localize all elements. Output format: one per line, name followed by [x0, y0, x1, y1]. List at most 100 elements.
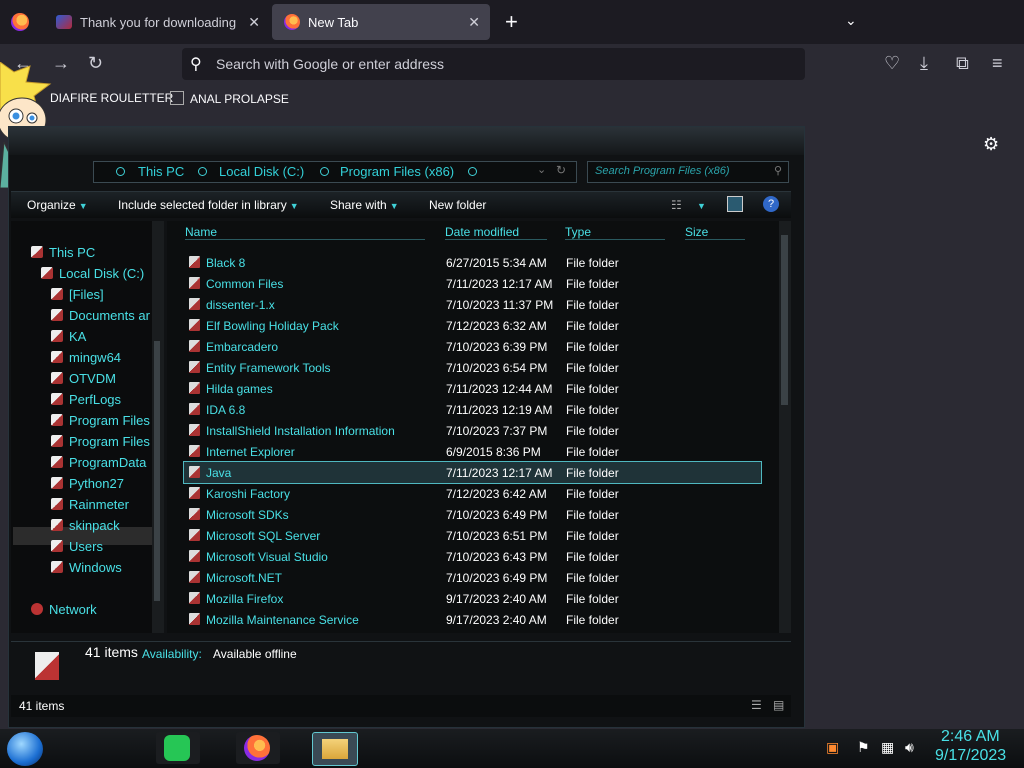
nav-network[interactable]: Network — [31, 602, 97, 617]
search-icon[interactable]: ⚲ — [774, 164, 782, 177]
address-dropdown-icon[interactable]: ⌄ — [537, 163, 546, 176]
nav-scrollbar[interactable] — [152, 221, 164, 633]
file-row[interactable]: Mozilla Maintenance Service 9/17/2023 2:4… — [167, 609, 779, 630]
column-header-date[interactable]: Date modified — [445, 225, 547, 240]
folder-icon — [189, 319, 200, 331]
file-row[interactable]: Black 8 6/27/2015 5:34 AM File folder — [167, 252, 779, 273]
reload-icon[interactable]: ↻ — [88, 53, 103, 74]
nav-folder[interactable]: Program Files — [51, 413, 150, 428]
nav-folder[interactable]: OTVDM — [51, 371, 116, 386]
file-type: File folder — [566, 508, 619, 522]
file-row[interactable]: Hilda games 7/11/2023 12:44 AM File folder — [167, 378, 779, 399]
pocket-icon[interactable]: ♡ — [884, 53, 900, 74]
column-header-name[interactable]: Name — [185, 225, 425, 240]
gear-icon[interactable]: ⚙ — [983, 134, 999, 155]
breadcrumb-local-disk[interactable]: Local Disk (C:) — [219, 164, 304, 179]
url-bar[interactable]: ⚲ Search with Google or enter address — [182, 48, 805, 80]
taskbar-file-explorer[interactable] — [312, 732, 358, 766]
column-header-type[interactable]: Type — [565, 225, 665, 240]
nav-folder[interactable]: [Files] — [51, 287, 104, 302]
bookmark-item[interactable]: ANAL PROLAPSE — [170, 91, 289, 106]
clock-date[interactable]: 9/17/2023 — [935, 747, 1006, 765]
file-date: 9/17/2023 2:40 AM — [446, 592, 547, 606]
new-tab-button[interactable]: + — [505, 9, 518, 35]
file-row[interactable]: Entity Framework Tools 7/10/2023 6:54 PM F… — [167, 357, 779, 378]
clock-time[interactable]: 2:46 AM — [941, 728, 1000, 746]
folder-icon — [189, 466, 200, 478]
file-date: 7/12/2023 6:32 AM — [446, 319, 547, 333]
close-tab-icon[interactable]: ✕ — [248, 14, 260, 31]
file-row[interactable]: Microsoft Visual Studio 7/10/2023 6:43 PM… — [167, 546, 779, 567]
nav-this-pc[interactable]: This PC — [31, 245, 95, 260]
download-icon[interactable]: ⤓ — [920, 53, 928, 74]
file-row[interactable]: Mozilla Firefox 9/17/2023 2:40 AM File fol… — [167, 588, 779, 609]
preview-pane-icon[interactable] — [727, 196, 743, 212]
nav-folder[interactable]: Documents ar — [51, 308, 150, 323]
file-row[interactable]: Microsoft.NET 7/10/2023 6:49 PM File folde… — [167, 567, 779, 588]
share-with-button[interactable]: Share with ▼ — [330, 198, 399, 212]
nav-folder[interactable]: KA — [51, 329, 86, 344]
file-list-scrollbar[interactable] — [779, 221, 791, 633]
volume-icon[interactable]: 🔊︎ — [905, 739, 914, 756]
nav-folder[interactable]: ProgramData — [51, 455, 146, 470]
file-row-selected[interactable]: Java 7/11/2023 12:17 AM File folder — [183, 461, 762, 484]
file-row[interactable]: Microsoft SQL Server 7/10/2023 6:51 PM Fil… — [167, 525, 779, 546]
new-folder-button[interactable]: New folder — [429, 198, 486, 212]
nav-folder[interactable]: PerfLogs — [51, 392, 121, 407]
tab-download[interactable]: Thank you for downloading Ma ✕ — [44, 4, 270, 40]
file-list: Name Date modified Type Size Black 8 6/27… — [167, 221, 779, 633]
drive-icon — [41, 267, 53, 279]
file-row[interactable]: Internet Explorer 6/9/2015 8:36 PM File fo… — [167, 441, 779, 462]
file-row[interactable]: Elf Bowling Holiday Pack 7/12/2023 6:32 A… — [167, 315, 779, 336]
nav-local-disk[interactable]: Local Disk (C:) — [41, 266, 144, 281]
view-options-icon[interactable]: ☷ — [671, 198, 682, 212]
tab-list-chevron-icon[interactable]: ⌄ — [845, 12, 857, 29]
nav-folder-selected[interactable]: Program Files — [51, 434, 150, 449]
search-input[interactable]: Search Program Files (x86) ⚲ — [587, 161, 789, 183]
bookmark-label: DIAFIRE ROULETTER — [50, 91, 174, 105]
nav-folder[interactable]: Rainmeter — [51, 497, 129, 512]
address-bar[interactable]: This PC Local Disk (C:) Program Files (x… — [93, 161, 577, 183]
column-header-size[interactable]: Size — [685, 225, 745, 240]
tray-app-icon[interactable]: ▣ — [826, 739, 839, 756]
refresh-icon[interactable]: ↻ — [556, 163, 566, 177]
taskbar-firefox[interactable] — [236, 732, 280, 764]
folder-icon — [51, 414, 63, 426]
scrollbar-thumb[interactable] — [781, 235, 788, 405]
nav-folder[interactable]: skinpack — [51, 518, 120, 533]
nav-folder[interactable]: Python27 — [51, 476, 124, 491]
details-view-icon[interactable]: ☰ — [751, 698, 762, 712]
nav-label: Local Disk (C:) — [59, 266, 145, 281]
file-row[interactable]: Karoshi Factory 7/12/2023 6:42 AM File fol… — [167, 483, 779, 504]
file-row[interactable]: Embarcadero 7/10/2023 6:39 PM File folder — [167, 336, 779, 357]
file-row[interactable]: IDA 6.8 7/11/2023 12:19 AM File folder — [167, 399, 779, 420]
large-icons-view-icon[interactable]: ▤ — [773, 698, 784, 712]
nav-folder[interactable]: mingw64 — [51, 350, 121, 365]
file-name: Mozilla Firefox — [206, 592, 284, 606]
menu-icon[interactable]: ≡ — [992, 53, 1003, 74]
flag-icon[interactable]: ⚑ — [857, 739, 870, 756]
file-row[interactable]: Microsoft SDKs 7/10/2023 6:49 PM File fold… — [167, 504, 779, 525]
file-row[interactable]: InstallShield Installation Information 7/… — [167, 420, 779, 441]
column-headers: Name Date modified Type Size — [167, 223, 779, 241]
scrollbar-thumb[interactable] — [154, 341, 160, 601]
close-tab-icon[interactable]: ✕ — [468, 14, 480, 31]
firefox-logo-icon[interactable] — [11, 13, 29, 31]
extensions-icon[interactable]: ⧉ — [956, 53, 969, 74]
help-icon[interactable]: ? — [763, 196, 779, 212]
breadcrumb-this-pc[interactable]: This PC — [138, 164, 184, 179]
breadcrumb-program-files-x86[interactable]: Program Files (x86) — [340, 164, 454, 179]
folder-icon — [189, 571, 200, 583]
include-in-library-button[interactable]: Include selected folder in library ▼ — [118, 198, 299, 212]
view-dropdown-icon[interactable]: ▼ — [697, 201, 706, 211]
tab-new-tab[interactable]: New Tab ✕ — [272, 4, 490, 40]
organize-button[interactable]: Organize ▼ — [27, 198, 88, 212]
nav-folder[interactable]: Windows — [51, 560, 122, 575]
bookmark-item[interactable]: DIAFIRE ROULETTER — [50, 91, 173, 105]
network-status-icon[interactable]: ▦ — [881, 739, 894, 756]
file-row[interactable]: dissenter-1.x 7/10/2023 11:37 PM File fold… — [167, 294, 779, 315]
taskbar-notes-app[interactable] — [156, 732, 200, 764]
file-row[interactable]: Common Files 7/11/2023 12:17 AM File folde… — [167, 273, 779, 294]
nav-folder[interactable]: Users — [51, 539, 103, 554]
start-button[interactable] — [7, 732, 43, 766]
